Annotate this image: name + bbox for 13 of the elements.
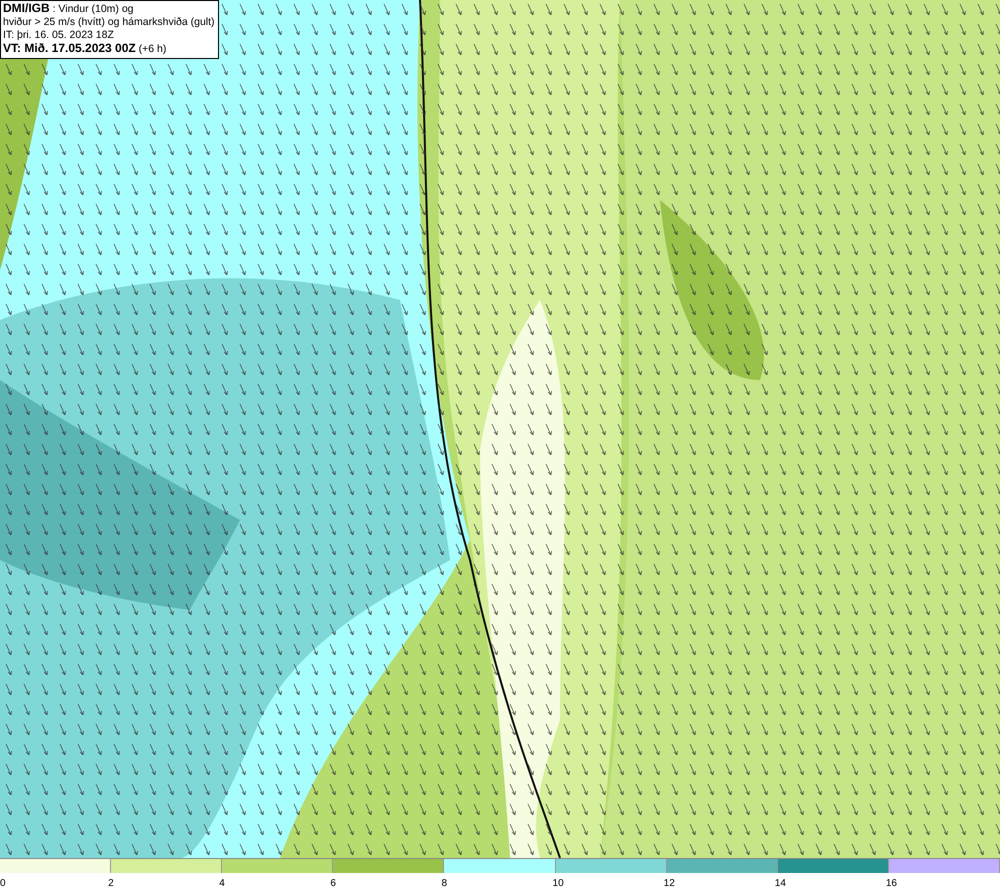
legend-label: 8 — [441, 878, 447, 887]
title-line: VT: Mið. 17.05.2023 00Z (+6 h) — [3, 42, 168, 56]
legend-label: 2 — [108, 878, 114, 887]
title-line: DMI/IGB : Vindur (10m) og — [3, 2, 135, 16]
legend-label: 6 — [330, 878, 336, 887]
legend-label: 14 — [774, 878, 786, 887]
legend-label: 4 — [219, 878, 225, 887]
legend-label: 12 — [664, 878, 675, 887]
title-line: IT: þri. 16. 05. 2023 18Z — [3, 29, 115, 42]
title-line: hviður > 25 m/s (hvítt) og hámarkshviða (gult) — [3, 16, 215, 29]
legend-label: 10 — [552, 878, 564, 887]
legend-label: 0 — [0, 878, 6, 887]
legend-label: 16 — [886, 878, 897, 887]
